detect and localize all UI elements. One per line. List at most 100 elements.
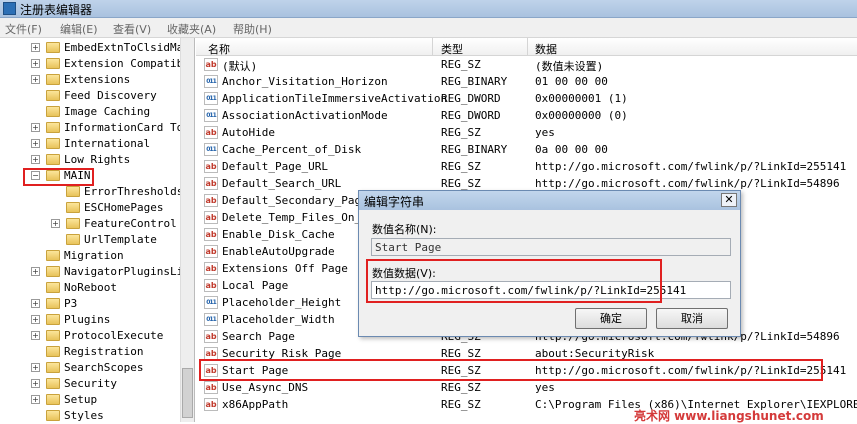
folder-icon <box>46 298 60 309</box>
tree-item[interactable]: + Low Rights <box>0 152 180 168</box>
column-type[interactable]: 类型 <box>441 41 463 56</box>
value-data-highlight <box>366 259 662 303</box>
tree-item-label: SearchScopes <box>64 361 144 374</box>
column-data[interactable]: 数据 <box>535 41 557 56</box>
expand-icon[interactable]: + <box>51 219 60 228</box>
tree-item-label: ESCHomePages <box>84 201 164 214</box>
value-name-field: Start Page <box>371 238 731 256</box>
tree-item-label: Extension Compatibi <box>64 57 190 70</box>
tree-item[interactable]: Styles <box>0 408 180 422</box>
string-value-icon: ab <box>204 160 218 173</box>
value-name: Placeholder_Width <box>222 313 335 326</box>
expand-icon[interactable]: + <box>31 59 40 68</box>
expand-icon[interactable]: + <box>31 299 40 308</box>
tree-item[interactable]: + P3 <box>0 296 180 312</box>
tree-item[interactable]: + Extension Compatibi <box>0 56 190 72</box>
expand-icon[interactable]: + <box>31 139 40 148</box>
value-data: (数值未设置) <box>535 60 604 73</box>
expand-icon[interactable]: + <box>31 155 40 164</box>
folder-icon <box>46 410 60 421</box>
column-separator[interactable] <box>527 38 528 56</box>
value-row[interactable]: ab Default_Page_URL REG_SZ http://go.micros… <box>196 158 857 175</box>
tree-item[interactable]: + Extensions <box>0 72 180 88</box>
value-row[interactable]: ab AutoHide REG_SZ yes <box>196 124 857 141</box>
column-separator[interactable] <box>432 38 433 56</box>
value-name: Default_Search_URL <box>222 177 342 190</box>
tree-item[interactable]: ESCHomePages <box>0 200 180 216</box>
string-value-icon: ab <box>204 279 218 292</box>
tree-item[interactable]: + SearchScopes <box>0 360 180 376</box>
expand-icon[interactable]: + <box>31 75 40 84</box>
folder-icon <box>46 266 60 277</box>
main-key-highlight <box>23 168 94 186</box>
menu-favorites[interactable]: 收藏夹(A) <box>167 21 216 37</box>
binary-value-icon: 011 <box>204 109 218 122</box>
value-type: REG_SZ <box>441 177 481 190</box>
tree-item[interactable]: + NavigatorPluginsLis <box>0 264 190 280</box>
value-row[interactable]: 011 AssociationActivationMode REG_DWORD 0x0… <box>196 107 857 124</box>
tree-item[interactable]: Registration <box>0 344 180 360</box>
value-name: Delete_Temp_Files_On_Ex <box>222 211 375 224</box>
tree-item-label: International <box>64 137 151 150</box>
tree-item[interactable]: + InformationCard Tok <box>0 120 190 136</box>
folder-icon <box>46 74 60 85</box>
ok-button[interactable]: 确定 <box>575 308 647 329</box>
value-name: Use_Async_DNS <box>222 381 309 394</box>
menu-file[interactable]: 文件(F) <box>5 21 42 37</box>
value-row[interactable]: 011 Cache_Percent_of_Disk REG_BINARY 0a 00 … <box>196 141 857 158</box>
value-name: x86AppPath <box>222 398 289 411</box>
tree-item[interactable]: UrlTemplate <box>0 232 180 248</box>
value-type: REG_SZ <box>441 381 481 394</box>
value-row[interactable]: ab Use_Async_DNS REG_SZ yes <box>196 379 857 396</box>
tree-item[interactable]: + ProtocolExecute <box>0 328 180 344</box>
expand-icon[interactable]: + <box>31 267 40 276</box>
column-header: 名称 类型 数据 <box>196 38 857 56</box>
value-name: Extensions Off Page <box>222 262 348 275</box>
tree-item[interactable]: ErrorThresholds <box>0 184 183 200</box>
binary-value-icon: 011 <box>204 313 218 326</box>
tree-item[interactable]: Migration <box>0 248 180 264</box>
value-name: AutoHide <box>222 126 275 139</box>
tree-item[interactable]: Feed Discovery <box>0 88 180 104</box>
tree-item[interactable]: + Plugins <box>0 312 180 328</box>
menu-help[interactable]: 帮助(H) <box>233 21 272 37</box>
value-type: REG_SZ <box>441 58 481 71</box>
tree-item[interactable]: + FeatureControl <box>0 216 180 232</box>
expand-icon[interactable]: + <box>31 379 40 388</box>
folder-icon <box>66 218 80 229</box>
column-name[interactable]: 名称 <box>208 41 230 56</box>
value-type: REG_SZ <box>441 126 481 139</box>
expand-icon[interactable]: + <box>31 331 40 340</box>
tree-item[interactable]: + Setup <box>0 392 180 408</box>
binary-value-icon: 011 <box>204 92 218 105</box>
expand-icon[interactable]: + <box>31 123 40 132</box>
regedit-icon <box>3 2 16 15</box>
cancel-button[interactable]: 取消 <box>656 308 728 329</box>
expand-icon[interactable]: + <box>31 363 40 372</box>
close-icon[interactable]: ✕ <box>721 193 737 207</box>
tree-item[interactable]: + Security <box>0 376 180 392</box>
value-row[interactable]: 011 Anchor_Visitation_Horizon REG_BINARY 01… <box>196 73 857 90</box>
tree-item-label: Registration <box>64 345 144 358</box>
folder-icon <box>46 154 60 165</box>
value-row[interactable]: ab (默认) REG_SZ (数值未设置) <box>196 56 857 73</box>
value-name: AssociationActivationMode <box>222 109 388 122</box>
tree-scrollbar[interactable] <box>180 38 194 422</box>
value-type: REG_SZ <box>441 160 481 173</box>
menu-edit[interactable]: 编辑(E) <box>60 21 98 37</box>
registry-tree[interactable]: + EmbedExtnToClsidMap + Extension Compatibi… <box>0 38 195 422</box>
expand-icon[interactable]: + <box>31 315 40 324</box>
value-type: REG_SZ <box>441 398 481 411</box>
menu-view[interactable]: 查看(V) <box>113 21 151 37</box>
value-row[interactable]: 011 ApplicationTileImmersiveActivation REG… <box>196 90 857 107</box>
tree-item[interactable]: + International <box>0 136 180 152</box>
tree-item[interactable]: Image Caching <box>0 104 180 120</box>
tree-item[interactable]: NoReboot <box>0 280 180 296</box>
binary-value-icon: 011 <box>204 143 218 156</box>
dialog-titlebar: 编辑字符串 ✕ <box>359 191 740 210</box>
string-value-icon: ab <box>204 245 218 258</box>
expand-icon[interactable]: + <box>31 43 40 52</box>
tree-item[interactable]: + EmbedExtnToClsidMap <box>0 40 190 56</box>
tree-scrollbar-thumb[interactable] <box>182 368 193 418</box>
expand-icon[interactable]: + <box>31 395 40 404</box>
